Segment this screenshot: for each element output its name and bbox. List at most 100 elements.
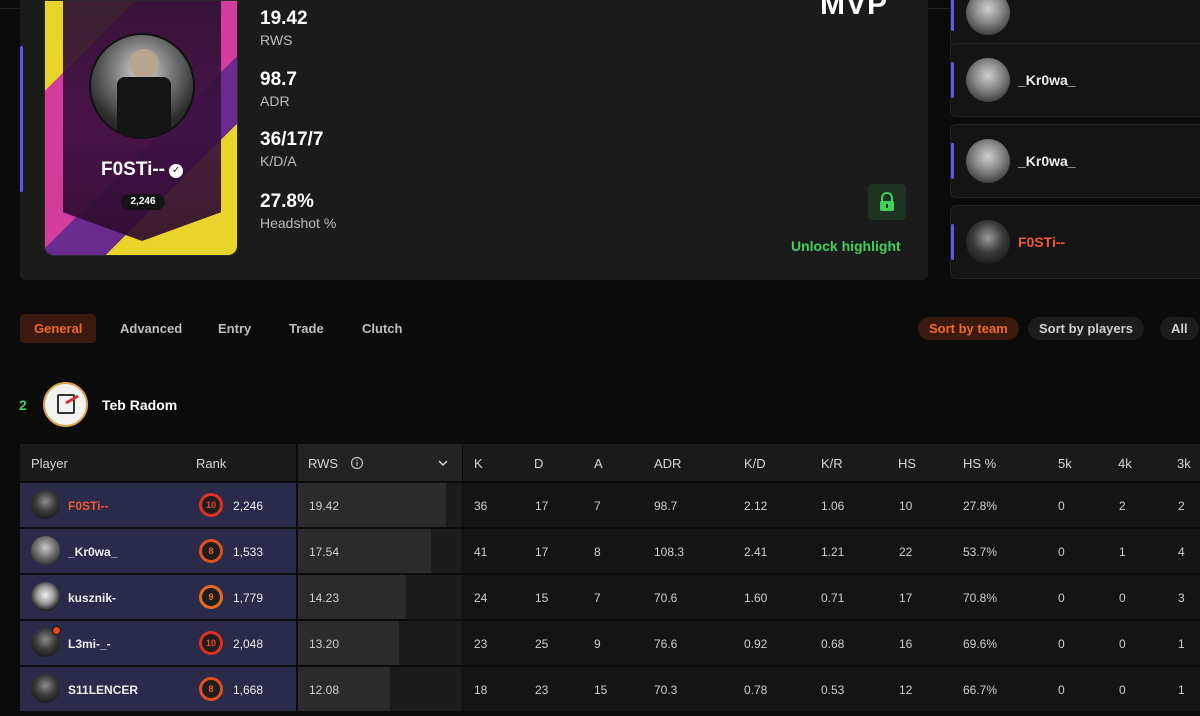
- sort-by-players-button[interactable]: Sort by players: [1028, 317, 1144, 340]
- tab-trade[interactable]: Trade: [275, 314, 338, 343]
- column-header-hs[interactable]: HS: [898, 456, 916, 471]
- column-header-k[interactable]: K: [474, 456, 483, 471]
- verified-icon: ✓: [169, 164, 184, 178]
- level-badge: 10: [199, 493, 223, 517]
- column-header-5k[interactable]: 5k: [1058, 456, 1072, 471]
- unlock-highlight-button[interactable]: [868, 184, 906, 220]
- cell-4k: 1: [1119, 545, 1126, 559]
- cell-hs-pct: 69.6%: [963, 637, 998, 651]
- team-logo: [43, 382, 88, 427]
- stat-adr: 98.7 ADR: [260, 69, 297, 109]
- rws-value: 19.42: [309, 499, 340, 513]
- highlight-item[interactable]: _Kr0wa_: [950, 43, 1200, 117]
- avatar[interactable]: [31, 582, 60, 611]
- player-name[interactable]: S11LENCER: [68, 683, 138, 697]
- cell-k: 24: [474, 591, 488, 605]
- cell-kd: 2.12: [744, 499, 768, 513]
- avatar[interactable]: [31, 674, 60, 703]
- sort-all-button[interactable]: All: [1160, 317, 1199, 340]
- cell-adr: 70.6: [654, 591, 678, 605]
- cell-d: 23: [535, 683, 549, 697]
- cell-adr: 76.6: [654, 637, 678, 651]
- column-header-kd[interactable]: K/D: [744, 456, 766, 471]
- avatar[interactable]: [31, 490, 60, 519]
- cell-kd: 1.60: [744, 591, 768, 605]
- column-header-a[interactable]: A: [594, 456, 603, 471]
- mvp-elo-badge: 2,246: [121, 194, 165, 210]
- tab-clutch[interactable]: Clutch: [348, 314, 416, 343]
- stat-headshot: 27.8% Headshot %: [260, 191, 336, 231]
- highlight-item[interactable]: F0STi--: [950, 205, 1200, 279]
- elo-value: 1,668: [233, 683, 264, 697]
- cell-a: 7: [594, 499, 601, 513]
- cell-hs: 10: [899, 499, 913, 513]
- cell-k: 41: [474, 545, 488, 559]
- column-header-hs-pct[interactable]: HS %: [963, 456, 996, 471]
- sort-by-team-button[interactable]: Sort by team: [918, 317, 1019, 340]
- tab-advanced[interactable]: Advanced: [106, 314, 196, 343]
- tab-general[interactable]: General: [20, 314, 97, 343]
- avatar: [966, 139, 1010, 183]
- lock-icon: [880, 192, 894, 211]
- cell-hs-pct: 53.7%: [963, 545, 998, 559]
- column-header-kr[interactable]: K/R: [821, 456, 843, 471]
- column-header-4k[interactable]: 4k: [1118, 456, 1132, 471]
- elo-value: 2,048: [233, 637, 264, 651]
- cell-4k: 2: [1119, 499, 1126, 513]
- cell-kd: 0.92: [744, 637, 768, 651]
- rws-value: 12.08: [309, 683, 340, 697]
- avatar[interactable]: [31, 536, 60, 565]
- column-header-player[interactable]: Player: [31, 456, 68, 471]
- tab-entry[interactable]: Entry: [204, 314, 265, 343]
- chevron-down-icon[interactable]: [438, 459, 448, 467]
- highlight-item[interactable]: _Kr0wa_: [950, 124, 1200, 198]
- cell-adr: 98.7: [654, 499, 678, 513]
- cell-k: 36: [474, 499, 488, 513]
- cell-3k: 3: [1178, 591, 1185, 605]
- level-badge: 8: [199, 677, 223, 701]
- rws-value: 14.23: [309, 591, 340, 605]
- cell-kd: 2.41: [744, 545, 768, 559]
- avatar: [966, 58, 1010, 102]
- mvp-avatar: [89, 33, 195, 139]
- mvp-title: MVP: [820, 0, 889, 21]
- mvp-accent-bar: [20, 46, 23, 192]
- player-name[interactable]: F0STi--: [68, 499, 108, 513]
- level-badge: 9: [199, 585, 223, 609]
- cell-kr: 0.53: [821, 683, 845, 697]
- cell-d: 25: [535, 637, 549, 651]
- rws-value: 17.54: [309, 545, 340, 559]
- cell-3k: 4: [1178, 545, 1185, 559]
- cell-a: 8: [594, 545, 601, 559]
- column-header-3k[interactable]: 3k: [1177, 456, 1191, 471]
- cell-5k: 0: [1058, 637, 1065, 651]
- mvp-player-card[interactable]: F0STi-- ✓ 2,246: [44, 0, 238, 256]
- elo-value: 1,779: [233, 591, 264, 605]
- stat-value: 98.7: [260, 69, 297, 90]
- cell-5k: 0: [1058, 499, 1065, 513]
- unlock-highlight-link[interactable]: Unlock highlight: [791, 238, 901, 254]
- player-name[interactable]: kusznik-: [68, 591, 116, 605]
- cell-kr: 1.21: [821, 545, 845, 559]
- player-name[interactable]: _Kr0wa_: [68, 545, 117, 559]
- column-header-d[interactable]: D: [534, 456, 543, 471]
- team-name: Teb Radom: [102, 397, 178, 413]
- cell-kr: 0.68: [821, 637, 845, 651]
- stat-label: ADR: [260, 93, 290, 109]
- column-header-rank[interactable]: Rank: [196, 456, 226, 471]
- player-name[interactable]: L3mi-_-: [68, 637, 111, 651]
- stat-value: 19.42: [260, 8, 308, 29]
- highlight-player-name: F0STi--: [1018, 234, 1066, 250]
- column-header-adr[interactable]: ADR: [654, 456, 681, 471]
- cell-kr: 0.71: [821, 591, 845, 605]
- cell-hs-pct: 70.8%: [963, 591, 998, 605]
- avatar: [966, 0, 1010, 35]
- stat-label: K/D/A: [260, 153, 297, 169]
- info-icon[interactable]: [350, 456, 364, 470]
- level-badge: 8: [199, 539, 223, 563]
- cell-adr: 70.3: [654, 683, 678, 697]
- column-header-rws[interactable]: RWS: [308, 456, 338, 471]
- cell-hs-pct: 27.8%: [963, 499, 998, 513]
- stat-label: Headshot %: [260, 215, 337, 231]
- cell-d: 15: [535, 591, 549, 605]
